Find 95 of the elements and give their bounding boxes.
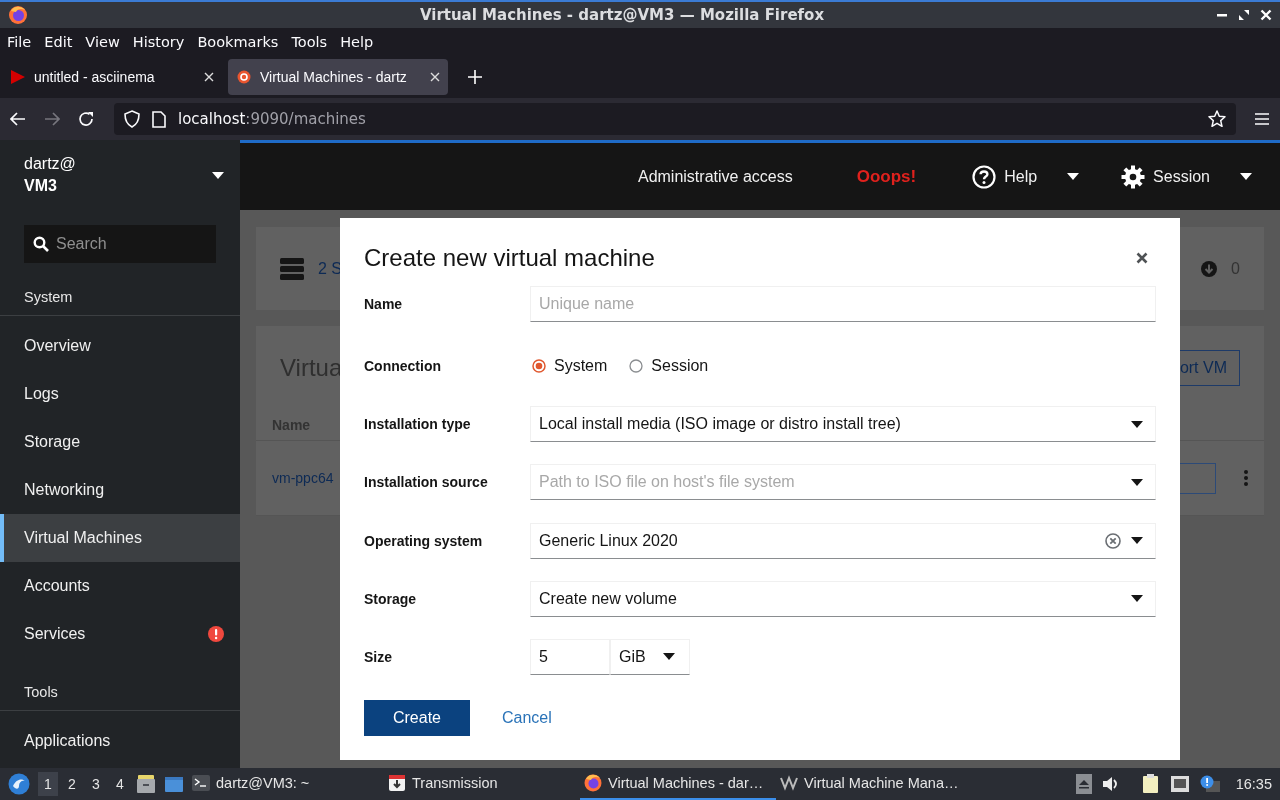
close-icon[interactable]: [1136, 252, 1148, 264]
caret-icon[interactable]: [1131, 420, 1143, 428]
download-icon: [1201, 260, 1218, 277]
select-field[interactable]: Local install media (ISO image or distro install tree): [530, 406, 1156, 443]
nav-item[interactable]: Virtual Machines: [0, 514, 240, 562]
field-label: Size: [364, 648, 393, 665]
clear-icon[interactable]: [1105, 532, 1121, 549]
help-icon: [972, 164, 997, 189]
nav-item[interactable]: Accounts: [0, 562, 240, 610]
nav-item[interactable]: Logs: [0, 370, 240, 418]
nav-item[interactable]: Applications: [0, 717, 240, 765]
workspace-button[interactable]: 4: [110, 772, 130, 796]
dialog-title: Create new virtual machine: [364, 244, 655, 272]
page-icon: [152, 110, 166, 128]
menu-item[interactable]: History: [127, 31, 190, 52]
speaker-icon[interactable]: [1101, 776, 1120, 792]
cancel-link[interactable]: Cancel: [484, 703, 570, 733]
clock: 16:35: [1235, 776, 1273, 792]
nav-item[interactable]: Overview: [0, 322, 240, 370]
gear-icon: [1121, 164, 1146, 189]
caret-icon[interactable]: [663, 653, 675, 661]
caret-icon[interactable]: [1067, 173, 1080, 180]
taskbar-task[interactable]: Virtual Machine Mana…: [776, 768, 972, 800]
access-label: Administrative access: [637, 167, 793, 186]
play-icon: [10, 68, 26, 85]
nav-item[interactable]: Storage: [0, 418, 240, 466]
host-switcher[interactable]: dartz@ VM3: [0, 140, 240, 210]
menu-item[interactable]: Edit: [39, 31, 78, 52]
nav-item[interactable]: Networking: [0, 466, 240, 514]
star-icon[interactable]: [1208, 110, 1226, 128]
browser-tab[interactable]: untitled - asciinema: [2, 58, 222, 95]
address-bar[interactable]: localhost:9090/machines: [114, 103, 1236, 135]
new-tab-icon[interactable]: [468, 69, 482, 84]
field-label: Name: [364, 296, 404, 313]
menu-item[interactable]: Help: [335, 31, 379, 52]
help-menu[interactable]: Help: [972, 164, 1080, 189]
name-field[interactable]: Unique name: [530, 286, 1156, 323]
select-field[interactable]: Generic Linux 2020: [530, 522, 1156, 559]
caret-icon[interactable]: [1131, 537, 1143, 544]
taskbar-task[interactable]: dartz@VM3: ~: [188, 768, 384, 800]
menu-item[interactable]: File: [2, 31, 37, 52]
caret-icon[interactable]: [1240, 173, 1252, 180]
field-label: Operating system: [364, 532, 484, 549]
download-box-icon: [388, 774, 406, 792]
menu-icon[interactable]: [1254, 112, 1270, 126]
radio-option[interactable]: System: [532, 356, 608, 375]
caret-icon[interactable]: [1131, 478, 1143, 486]
reload-icon[interactable]: [78, 111, 94, 127]
workspace-button[interactable]: 3: [86, 772, 106, 796]
caret-icon[interactable]: [212, 171, 224, 179]
browser-tab[interactable]: Virtual Machines - dartz: [228, 58, 448, 95]
menu-item[interactable]: View: [80, 31, 125, 52]
firefox-icon: [584, 774, 602, 792]
unit-select[interactable]: GiB: [610, 638, 690, 675]
clipboard-icon[interactable]: [1141, 774, 1160, 794]
maximize-icon[interactable]: [1238, 9, 1250, 21]
caret-icon[interactable]: [1131, 595, 1143, 603]
create-button[interactable]: Create: [364, 700, 470, 736]
notification-icon[interactable]: [1199, 775, 1220, 793]
network-icon[interactable]: [1169, 775, 1190, 793]
desktop-icon[interactable]: [164, 774, 184, 794]
firefox-icon: [8, 5, 28, 25]
field-label: Installation source: [364, 474, 489, 491]
field-label: Installation type: [364, 416, 472, 433]
kebab-icon[interactable]: [1244, 470, 1248, 486]
radio-icon[interactable]: [532, 358, 546, 373]
select-field[interactable]: Create new volume: [530, 580, 1156, 617]
host-name: VM3: [24, 177, 58, 195]
radio-option[interactable]: Session: [629, 356, 709, 375]
terminal-icon: [192, 774, 210, 792]
radio-icon[interactable]: [629, 358, 644, 373]
shield-icon: [124, 110, 140, 128]
workspace-button[interactable]: 1: [38, 772, 58, 796]
size-field[interactable]: 5: [530, 638, 610, 675]
search-field[interactable]: Search: [24, 225, 216, 263]
cockpit-icon: [236, 68, 252, 85]
taskbar-task[interactable]: Virtual Machines - dar…: [580, 768, 776, 800]
field-label: Storage: [364, 590, 418, 607]
taskbar-task[interactable]: Transmission: [384, 768, 580, 800]
back-icon[interactable]: [10, 112, 26, 126]
nav-item[interactable]: Services: [0, 610, 240, 658]
field-label: Connection: [364, 357, 442, 374]
workspace-button[interactable]: 2: [62, 772, 82, 796]
window-title: Virtual Machines - dartz@VM3 — Mozilla Firefox: [418, 6, 826, 24]
session-menu[interactable]: Session: [1121, 164, 1252, 189]
menu-item[interactable]: Bookmarks: [192, 31, 284, 52]
server-icon: [280, 256, 304, 281]
warning-text: Ooops!: [856, 166, 917, 187]
menu-item[interactable]: Tools: [286, 31, 333, 52]
search-icon: [33, 236, 49, 252]
user-name: dartz@: [24, 155, 76, 173]
forward-icon[interactable]: [44, 112, 60, 126]
eject-icon[interactable]: [1075, 774, 1092, 794]
file-manager-icon[interactable]: [136, 774, 156, 794]
start-menu-icon[interactable]: [8, 773, 30, 795]
